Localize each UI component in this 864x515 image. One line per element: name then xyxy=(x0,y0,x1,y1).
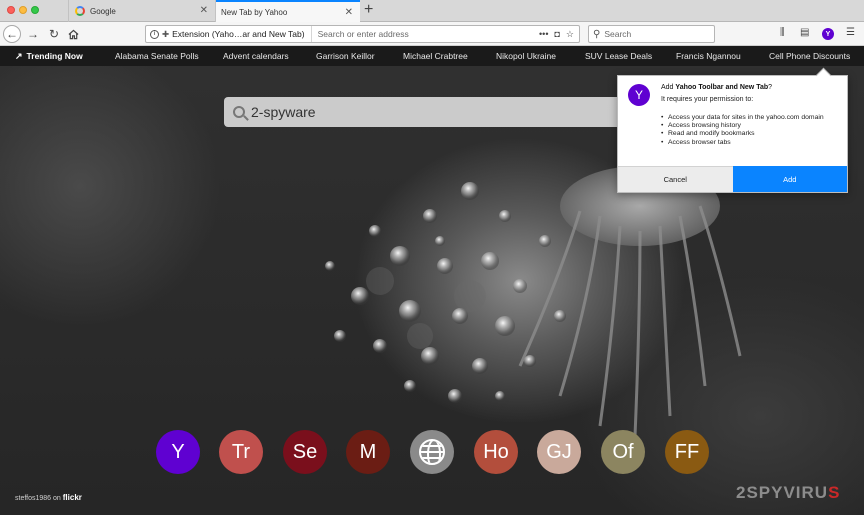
pocket-icon[interactable]: ◘ xyxy=(554,29,559,40)
popup-subtitle: It requires your permission to: xyxy=(661,96,754,103)
reload-button[interactable]: ↻ xyxy=(45,25,63,43)
window-minimize-button[interactable] xyxy=(19,6,27,14)
permission-list: Access your data for sites in the yahoo.… xyxy=(661,114,841,147)
speed-dial-tile[interactable]: Of xyxy=(601,430,645,474)
yahoo-logo-icon: Y xyxy=(628,84,650,106)
site-identity[interactable]: i ✚ Extension (Yaho…ar and New Tab) xyxy=(146,26,312,42)
watermark-logo: 2SPYVIRUS xyxy=(736,483,841,502)
trending-arrow-icon: ↗ xyxy=(15,50,23,61)
forward-button[interactable]: → xyxy=(24,25,42,43)
new-tab-button[interactable]: + xyxy=(364,1,373,19)
trending-item[interactable]: Michael Crabtree xyxy=(403,51,468,61)
speed-dial-tile[interactable]: Ho xyxy=(474,430,518,474)
google-g-icon xyxy=(75,6,85,16)
permission-item: Access browsing history xyxy=(661,122,841,130)
home-button[interactable] xyxy=(64,25,82,43)
speed-dial-tile[interactable]: Y xyxy=(156,430,200,474)
permission-item: Access your data for sites in the yahoo.… xyxy=(661,114,841,122)
speed-dial-tile[interactable]: M xyxy=(346,430,390,474)
tab-strip: Google ✕ New Tab by Yahoo ✕ + xyxy=(0,0,864,22)
close-tab-icon[interactable]: ✕ xyxy=(345,7,353,18)
menu-hamburger-icon[interactable]: ☰ xyxy=(846,27,855,38)
close-tab-icon[interactable]: ✕ xyxy=(200,5,208,16)
address-input[interactable] xyxy=(311,29,540,39)
speed-dial-tile[interactable]: GJ xyxy=(537,430,581,474)
page-actions-icon[interactable]: ••• xyxy=(539,29,548,40)
trending-item[interactable]: Cell Phone Discounts xyxy=(769,51,850,61)
cancel-button[interactable]: Cancel xyxy=(618,166,733,192)
speed-dial-tile[interactable]: Tr xyxy=(219,430,263,474)
yahoo-search-box[interactable] xyxy=(224,97,644,127)
home-icon xyxy=(68,29,78,39)
trending-item[interactable]: Nikopol Ukraine xyxy=(496,51,556,61)
trending-item[interactable]: Alabama Senate Polls xyxy=(115,51,199,61)
permission-item: Read and modify bookmarks xyxy=(661,130,841,138)
yahoo-extension-button[interactable]: Y xyxy=(822,28,834,40)
trending-item[interactable]: Garrison Keillor xyxy=(316,51,375,61)
search-icon: ⚲ xyxy=(593,28,601,40)
trending-item[interactable]: Advent calendars xyxy=(223,51,289,61)
arrow-right-icon: → xyxy=(27,27,39,41)
search-bar[interactable]: ⚲ xyxy=(588,25,715,43)
speed-dial-tile[interactable]: FF xyxy=(665,430,709,474)
add-button[interactable]: Add xyxy=(732,166,847,192)
search-icon xyxy=(233,106,245,118)
speed-dial-tile[interactable]: Se xyxy=(283,430,327,474)
permission-item: Access browser tabs xyxy=(661,139,841,147)
trending-item[interactable]: Francis Ngannou xyxy=(676,51,741,61)
trending-bar: ↗ Trending Now Alabama Senate Polls Adve… xyxy=(0,46,864,66)
tab-google[interactable]: Google ✕ xyxy=(68,0,216,22)
speed-dial-tile[interactable] xyxy=(410,430,454,474)
arrow-left-icon: ← xyxy=(6,27,18,41)
search-input[interactable] xyxy=(600,29,701,39)
tab-label: Google xyxy=(90,6,116,16)
reload-icon: ↻ xyxy=(48,27,60,41)
window-zoom-button[interactable] xyxy=(31,6,39,14)
back-button[interactable]: ← xyxy=(3,25,21,43)
photo-credit[interactable]: steffos1986 on flickr xyxy=(15,493,82,502)
tab-new-tab-yahoo[interactable]: New Tab by Yahoo ✕ xyxy=(216,0,360,22)
popup-title: Add Yahoo Toolbar and New Tab? xyxy=(661,84,773,91)
library-icon[interactable]: ⫼ xyxy=(780,27,785,38)
extension-permission-popup: Y Add Yahoo Toolbar and New Tab? It requ… xyxy=(617,75,848,193)
puzzle-piece-icon: ✚ xyxy=(162,28,170,39)
trending-heading: ↗ Trending Now xyxy=(15,50,83,62)
url-bar[interactable]: i ✚ Extension (Yaho…ar and New Tab) ••• … xyxy=(145,25,580,43)
sidebar-icon[interactable]: ▤ xyxy=(800,27,809,38)
tab-label: New Tab by Yahoo xyxy=(221,7,288,17)
yahoo-search-input[interactable] xyxy=(251,104,551,120)
info-icon[interactable]: i xyxy=(150,29,159,39)
bookmark-star-icon[interactable]: ☆ xyxy=(566,29,574,40)
trending-item[interactable]: SUV Lease Deals xyxy=(585,51,652,61)
extension-identity-label: Extension (Yaho…ar and New Tab) xyxy=(172,29,305,39)
globe-icon xyxy=(419,439,445,465)
window-close-button[interactable] xyxy=(7,6,15,14)
navigation-toolbar: ← → ↻ i ✚ Extension (Yaho…ar and New Tab… xyxy=(0,22,864,46)
